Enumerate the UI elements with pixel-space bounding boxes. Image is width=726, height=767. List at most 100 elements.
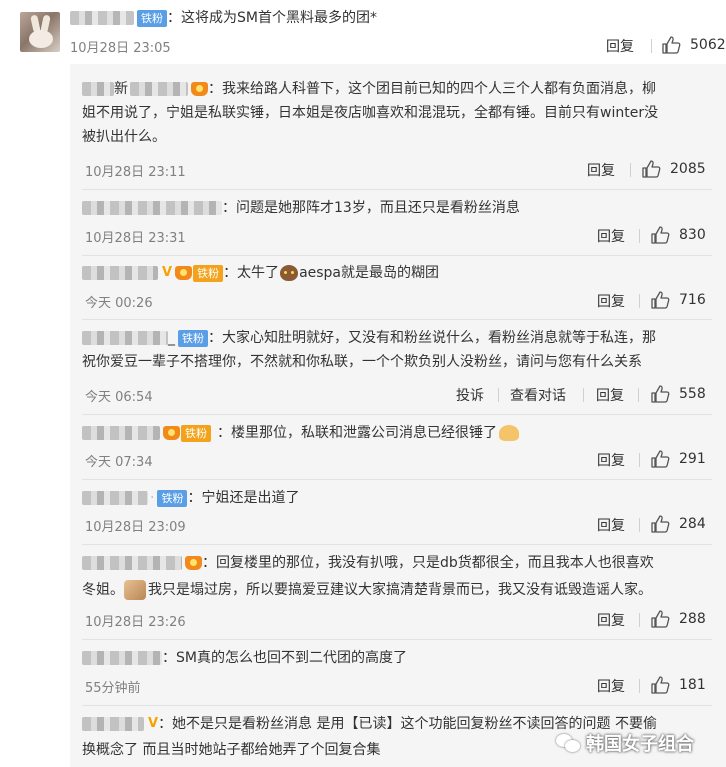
watermark-text: 韩国女子组合 <box>586 734 694 755</box>
main-comment-line: 铁粉 ：这将成为SM首个黑料最多的团* <box>70 9 377 27</box>
username[interactable] <box>82 556 182 570</box>
like-button[interactable]: 830 <box>651 226 706 244</box>
like-count: 5062 <box>690 37 726 53</box>
like-count: 284 <box>679 516 706 532</box>
separator <box>651 39 652 53</box>
thumbs-up-icon <box>651 226 671 244</box>
thumbs-up-icon <box>651 385 671 403</box>
reply-button[interactable]: 回复 <box>596 385 624 405</box>
like-button[interactable]: 558 <box>651 385 706 403</box>
reply-text: 姐不用说了，宁姐是私联实锤，日本姐是夜店咖喜欢和混混玩，全都有锤。目前只有win… <box>82 105 659 121</box>
view-dialog-button[interactable]: 查看对话 <box>510 385 566 405</box>
like-button[interactable]: 716 <box>651 291 706 309</box>
fan-badge[interactable]: 铁粉 <box>157 489 188 507</box>
reply-button[interactable]: 回复 <box>587 160 615 180</box>
separator <box>639 294 640 308</box>
like-button[interactable]: 284 <box>651 515 706 533</box>
like-count: 830 <box>679 227 706 243</box>
reply-text: 我只是塌过房，所以要搞爱豆建议大家搞清楚背景而已，我又没有诋毁造谣人家。 <box>148 582 652 598</box>
divider <box>82 639 712 640</box>
divider <box>82 414 712 415</box>
username[interactable] <box>82 491 148 505</box>
pray-emoji-icon <box>499 425 519 441</box>
like-button[interactable]: 288 <box>651 610 706 628</box>
wechat-icon <box>556 732 582 754</box>
reply-text: 被扒出什么。 <box>82 129 166 145</box>
reply-button[interactable]: 回复 <box>597 226 625 246</box>
fan-badge[interactable]: 铁粉 <box>181 424 211 442</box>
username[interactable] <box>70 11 134 25</box>
divider <box>82 319 712 320</box>
fan-badge[interactable]: 铁粉 <box>178 329 208 347</box>
username[interactable] <box>130 82 188 96</box>
reply-time: 今天 06:54 <box>85 390 153 405</box>
thumbs-up-icon <box>642 160 662 178</box>
vip-icon <box>191 82 208 96</box>
separator <box>639 613 640 627</box>
comment-time: 10月28日 23:05 <box>70 41 171 56</box>
reply-button[interactable]: 回复 <box>597 610 625 630</box>
reply-text: aespa就是最岛的糊团 <box>299 265 440 281</box>
separator <box>638 388 639 402</box>
reply-button[interactable]: 回复 <box>597 676 625 696</box>
like-button[interactable]: 5062 <box>662 36 726 54</box>
separator <box>639 518 640 532</box>
like-count: 291 <box>679 451 706 467</box>
reply-text: 冬姐。 <box>82 582 124 598</box>
thumbs-up-icon <box>651 291 671 309</box>
reply-time: 今天 07:34 <box>85 455 153 470</box>
reply-text: 祝你爱豆一辈子不搭理你，不然就和你私联，一个个欺负别人没粉丝，请问与您有什么关系 <box>82 354 642 370</box>
reply-line: · 铁粉 ：宁姐还是出道了 <box>82 489 299 507</box>
like-count: 181 <box>679 677 706 693</box>
like-count: 716 <box>679 292 706 308</box>
separator <box>639 679 640 693</box>
vip-icon <box>175 266 193 280</box>
like-button[interactable]: 2085 <box>642 160 706 178</box>
reply-time: 10月28日 23:09 <box>85 520 186 535</box>
like-count: 558 <box>679 386 706 402</box>
reply-text: ：太牛了 <box>223 265 280 281</box>
report-button[interactable]: 投诉 <box>456 385 484 405</box>
reply-line: V 铁粉 ：太牛了 aespa就是最岛的糊团 <box>82 264 439 282</box>
like-button[interactable]: 291 <box>651 450 706 468</box>
reply-button[interactable]: 回复 <box>597 291 625 311</box>
reply-button[interactable]: 回复 <box>597 450 625 470</box>
username[interactable] <box>82 717 144 731</box>
reply-line: 冬姐。 我只是塌过房，所以要搞爱豆建议大家搞清楚背景而已，我又没有诋毁造谣人家。 <box>82 580 652 600</box>
username[interactable] <box>82 82 114 96</box>
username[interactable] <box>82 426 160 440</box>
reply-time: 10月28日 23:11 <box>85 165 186 180</box>
main-comment: 铁粉 ：这将成为SM首个黑料最多的团* 10月28日 23:05 回复 5062 <box>0 0 726 62</box>
divider <box>82 544 712 545</box>
reply-button[interactable]: 回复 <box>597 515 625 535</box>
reply-line: ：问题是她那阵才13岁，而且还只是看粉丝消息 <box>82 199 520 217</box>
divider <box>82 705 712 706</box>
like-count: 288 <box>679 611 706 627</box>
reply-button[interactable]: 回复 <box>606 36 634 56</box>
verified-v-icon: V <box>162 265 173 280</box>
divider <box>82 255 712 256</box>
fan-badge[interactable]: 铁粉 <box>137 9 167 27</box>
reply-line: 铁粉 ：楼里那位，私联和泄露公司消息已经很锤了 <box>82 424 519 442</box>
watermark: 韩国女子组合 <box>556 730 694 756</box>
cat-emoji-icon <box>280 265 299 281</box>
username[interactable] <box>82 266 158 280</box>
thumbs-up-icon <box>651 676 671 694</box>
reply-text: ：楼里那位，私联和泄露公司消息已经很锤了 <box>217 425 497 441</box>
divider <box>82 479 712 480</box>
comment-text: ：这将成为SM首个黑料最多的团* <box>167 10 377 26</box>
reply-text: ：问题是她那阵才13岁，而且还只是看粉丝消息 <box>222 200 520 216</box>
avatar[interactable] <box>20 12 60 52</box>
reply-time: 今天 00:26 <box>85 296 153 311</box>
separator <box>583 388 584 402</box>
verified-v-icon: V <box>148 716 159 731</box>
like-button[interactable]: 181 <box>651 676 706 694</box>
separator <box>639 453 640 467</box>
separator <box>639 229 640 243</box>
fan-badge[interactable]: 铁粉 <box>193 264 224 282</box>
reply-text: ：SM真的怎么也回不到二代团的高度了 <box>162 650 407 666</box>
username[interactable] <box>82 331 168 345</box>
username[interactable] <box>82 651 162 665</box>
username[interactable] <box>82 201 222 215</box>
reply-line: 新：我来给路人科普下，这个团目前已知的四个人三个人都有负面消息，柳 <box>82 80 656 98</box>
